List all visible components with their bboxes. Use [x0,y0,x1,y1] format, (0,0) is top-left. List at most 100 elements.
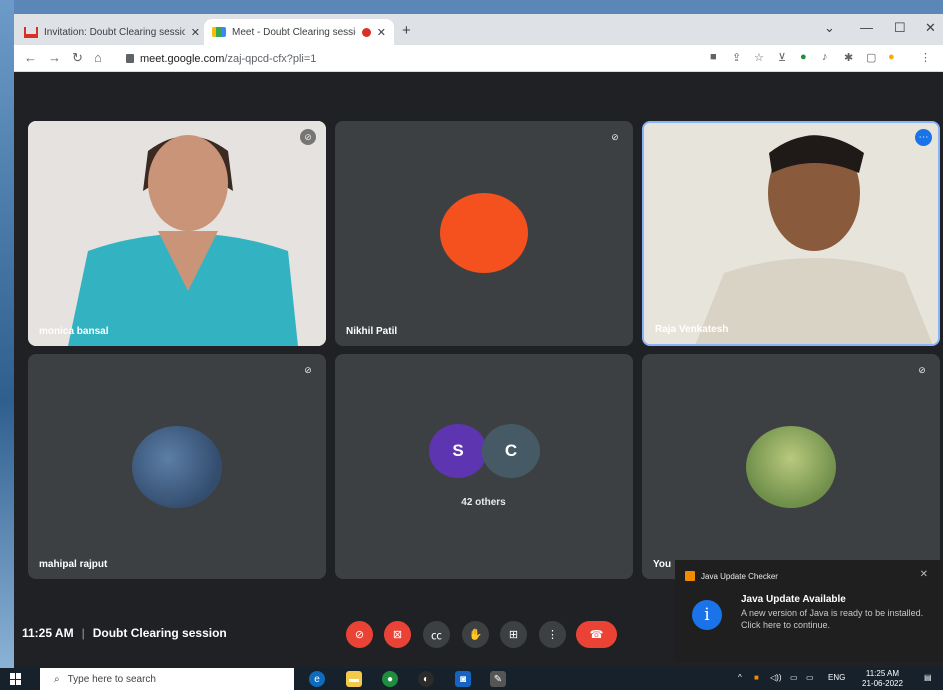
notification-center-icon[interactable]: ▤ [924,673,932,682]
profile-avatar-icon[interactable]: ● [888,51,895,63]
java-tray-icon[interactable]: ■ [754,673,759,682]
participant-tile[interactable]: ⊘ monica bansal [28,121,326,346]
browser-toolbar: ← → ↻ ⌂ meet.google.com/zaj-qpcd-cfx?pli… [14,45,943,72]
notification-header: Java Update Checker [685,571,778,581]
java-icon [685,571,695,581]
chevron-up-icon[interactable]: ^ [738,673,742,682]
close-window-button[interactable]: ✕ [925,20,936,36]
others-count: 42 others [461,497,506,508]
share-icon[interactable]: ⇪ [732,51,741,64]
address-bar[interactable]: meet.google.com/zaj-qpcd-cfx?pli=1 [120,48,690,69]
tab-search-icon[interactable]: ⌄ [824,20,835,36]
new-tab-button[interactable]: + [402,22,411,39]
participant-name: Nikhil Patil [346,326,398,337]
participant-name: mahipal rajput [39,559,108,570]
java-update-notification[interactable]: Java Update Checker ✕ i Java Update Avai… [675,560,943,662]
lock-icon[interactable] [126,54,134,63]
notification-link[interactable]: Click here to continue. [741,619,931,631]
meeting-info: 11:25 AM | Doubt Clearing session [22,626,227,640]
taskbar-clock[interactable]: 11:25 AM 21-06-2022 [862,669,903,689]
notification-body: A new version of Java is ready to be ins… [741,607,931,631]
home-button[interactable]: ⌂ [94,50,102,65]
close-icon[interactable]: ✕ [920,569,928,580]
tab-strip: Invitation: Doubt Clearing session ✕ Mee… [14,14,943,45]
extension-icon[interactable]: ● [800,51,807,63]
participant-tile-others[interactable]: S C 42 others [335,354,633,579]
extension-icon[interactable]: ⊻ [778,51,786,64]
participant-tile-active-speaker[interactable]: ⋯ Raja Venkatesh [642,121,940,346]
minimize-button[interactable]: — [860,20,873,35]
camera-off-button[interactable]: ⊠ [384,621,411,648]
tab-title: Meet - Doubt Clearing session [232,26,356,38]
camera-in-use-icon[interactable]: ■ [710,51,717,63]
participant-tile[interactable]: ⊘ Nikhil Patil [335,121,633,346]
participant-video [644,123,938,344]
windows-taskbar: ⌕ Type here to search e ▬ ● ◐ ◙ ✎ ^ ■ ◁)… [0,668,943,690]
separator: | [81,626,85,640]
taskbar-search-input[interactable]: ⌕ Type here to search [40,668,294,690]
app-icon[interactable]: ◙ [455,671,471,687]
participant-video [28,121,326,346]
back-button[interactable]: ← [24,50,37,65]
mic-off-icon: ⊘ [611,131,619,142]
menu-icon[interactable]: ⋮ [920,51,931,64]
participant-tile[interactable]: ⊘ mahipal rajput [28,354,326,579]
battery-icon[interactable]: ▭ [790,673,798,682]
file-explorer-icon[interactable]: ▬ [346,671,362,687]
participant-name: You [653,559,672,570]
microphone-off-button[interactable]: ⊘ [346,621,373,648]
meeting-title: Doubt Clearing session [92,626,227,640]
tab-title: Invitation: Doubt Clearing session [44,26,185,38]
mic-off-icon: ⊘ [918,364,926,375]
bookmark-star-icon[interactable]: ☆ [754,51,764,64]
more-options-icon[interactable]: ⋯ [915,129,932,146]
leave-call-button[interactable]: ☎ [576,621,617,648]
url-path: /zaj-qpcd-cfx?pli=1 [224,52,317,65]
url-host: meet.google.com [140,52,225,65]
close-tab-icon[interactable]: ✕ [377,26,386,39]
desktop-wallpaper [0,0,14,668]
microphone-icon[interactable]: ♪ [822,51,828,63]
clock-date: 21-06-2022 [862,679,903,688]
notification-title: Java Update Available [741,594,846,605]
close-tab-icon[interactable]: ✕ [191,26,200,39]
app-icon[interactable]: ◐ [418,671,434,687]
recording-icon [361,27,371,37]
avatar [440,193,528,273]
notification-line: A new version of Java is ready to be ins… [741,608,924,618]
mic-off-icon: ⊘ [304,364,312,375]
participant-name: monica bansal [39,326,109,337]
chrome-icon[interactable]: ● [382,671,398,687]
windows-start-icon[interactable] [10,673,22,685]
gmail-icon [24,26,38,38]
search-placeholder: Type here to search [67,673,156,685]
raise-hand-button[interactable]: ✋ [462,621,489,648]
extensions-puzzle-icon[interactable]: ✱ [844,51,853,64]
avatar [132,426,222,508]
participant-tile-self[interactable]: ⊘ You [642,354,940,579]
forward-button[interactable]: → [48,50,61,65]
clock-time: 11:25 AM [865,669,900,678]
tab-gmail-invitation[interactable]: Invitation: Doubt Clearing session ✕ [16,19,208,45]
search-icon: ⌕ [54,673,60,685]
reload-button[interactable]: ↻ [72,50,83,66]
desktop: Invitation: Doubt Clearing session ✕ Mee… [0,0,943,690]
edge-browser-icon[interactable]: e [309,671,325,687]
present-button[interactable]: ⊞ [500,621,527,648]
speaker-icon[interactable]: ◁)) [770,673,781,682]
avatar: C [482,424,540,478]
language-indicator[interactable]: ENG [828,673,845,682]
network-icon[interactable]: ▭ [806,673,814,682]
maximize-button[interactable]: ☐ [894,20,906,36]
tab-google-meet[interactable]: Meet - Doubt Clearing session ✕ [204,19,394,45]
more-options-button[interactable]: ⋮ [539,621,566,648]
participant-name: Raja Venkatesh [655,324,729,335]
info-icon: i [692,600,722,630]
captions-button[interactable]: ㏄ [423,621,450,648]
mic-off-icon: ⊘ [300,129,316,145]
google-meet-icon [212,27,226,37]
paint-icon[interactable]: ✎ [490,671,506,687]
side-panel-icon[interactable]: ▢ [866,51,876,64]
meeting-time: 11:25 AM [22,626,74,640]
avatar: S [429,424,487,478]
